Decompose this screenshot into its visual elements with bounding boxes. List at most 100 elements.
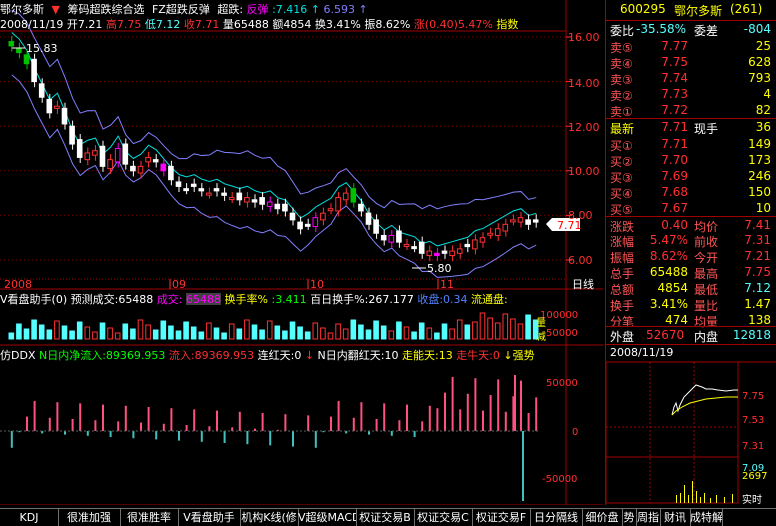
- volume-bar: [510, 318, 516, 340]
- volume-bar: [198, 331, 205, 340]
- stock-name[interactable]: 鄂尔多斯: [0, 3, 44, 16]
- volume-bar: [244, 319, 250, 340]
- tab-10[interactable]: 细价盘: [582, 509, 623, 526]
- volume-bar: [350, 319, 357, 340]
- candle-body: [320, 212, 326, 221]
- volume-bar: [99, 322, 106, 340]
- mini-chart[interactable]: 2008/11/19 7.75 7.53 7.31 7.09 2697 实时: [606, 344, 776, 506]
- waipan-value: 52670: [646, 328, 685, 342]
- volume-bar: [221, 332, 227, 340]
- tab-9[interactable]: 日分隔线: [530, 509, 583, 526]
- bottom-tabs: KDJ 很准加强 很准胜率 V看盘助手 机构K线(修 V超级MACD 权证交易B 权证交易C 权…: [0, 508, 776, 526]
- ddx-bar: [497, 379, 500, 431]
- ddx-bar: [269, 431, 272, 446]
- stat-value: 0.40: [661, 218, 688, 232]
- realtime-label[interactable]: 实时: [742, 491, 762, 506]
- volume-bar: [228, 323, 235, 340]
- candle-body: [380, 234, 387, 241]
- volume-bar: [289, 321, 296, 340]
- volume-bar: [487, 317, 493, 340]
- volume-bar: [502, 313, 509, 340]
- volume-bar: [342, 328, 349, 340]
- vol-title[interactable]: V看盘助手(0): [0, 293, 67, 305]
- volume-bar: [274, 325, 281, 340]
- ddx-bar: [421, 421, 424, 431]
- ddx-bar: [428, 405, 431, 431]
- chart-area[interactable]: 15.83 5.80 7.71 16.00 14.00 12.00 10.00 …: [0, 0, 604, 505]
- stat-value-2: 7.75: [744, 265, 771, 279]
- tab-0[interactable]: KDJ: [0, 509, 59, 526]
- ddx-bar: [26, 416, 28, 431]
- axis-label-10: 10.00: [568, 165, 600, 178]
- close-price: 收7.71: [183, 18, 220, 31]
- volume-bar: [312, 322, 319, 340]
- tab-11[interactable]: 势: [622, 509, 637, 526]
- candle-body: [160, 163, 167, 172]
- tab-3[interactable]: V看盘助手: [178, 509, 241, 526]
- ddx-bar: [330, 416, 332, 431]
- volume-bar: [358, 324, 364, 340]
- volume-bar: [152, 329, 159, 340]
- candle-body: [198, 188, 205, 192]
- buy-row-1: 买① 7.71 149: [606, 136, 776, 153]
- tab-13[interactable]: 财讯: [660, 509, 691, 526]
- candle-body: [441, 250, 448, 254]
- header-line-2: 2008/11/19 开7.21 高7.75 低7.12 收7.71 量6548…: [0, 16, 566, 31]
- axis-label-12: 12.00: [568, 121, 600, 134]
- volume-bar: [388, 330, 395, 340]
- candle-body: [494, 228, 501, 236]
- order-volume: 173: [748, 153, 771, 167]
- candle-body: [358, 203, 364, 212]
- order-price: 7.77: [661, 39, 688, 53]
- tab-7[interactable]: 权证交易C: [414, 509, 473, 526]
- tab-14[interactable]: 成特解: [690, 509, 723, 526]
- mini-axis-1: 7.75: [742, 391, 765, 402]
- amount: 额4854: [272, 18, 312, 31]
- volume-bar: [107, 327, 113, 340]
- tab-5[interactable]: V超级MACD: [298, 509, 357, 526]
- ddx-bar: [398, 420, 401, 431]
- tab-8[interactable]: 权证交易F: [472, 509, 531, 526]
- period-label[interactable]: 日线: [572, 277, 594, 291]
- tab-1[interactable]: 很准加强: [58, 509, 121, 526]
- volume-bar: [8, 332, 15, 340]
- ddx-bar: [474, 378, 477, 431]
- ddx-bar: [132, 431, 135, 439]
- stat-value-2: 138: [748, 313, 771, 327]
- arrow-up-icon: ↑: [310, 3, 320, 16]
- tab-12[interactable]: 周指: [636, 509, 661, 526]
- tab-4[interactable]: 机构K线(修: [240, 509, 299, 526]
- order-price: 7.69: [661, 169, 688, 183]
- ddx-bar: [466, 393, 469, 431]
- ddx-bar: [535, 397, 538, 431]
- tab-2[interactable]: 很准胜率: [120, 509, 179, 526]
- formula-name[interactable]: 筹码超跌综合选: [67, 3, 144, 16]
- volume-bar: [335, 323, 341, 340]
- volume-bar: [23, 328, 30, 340]
- vol-huanshoulv-value: :3.411: [271, 293, 307, 305]
- ddx-bar: [208, 426, 211, 431]
- vol-huanshoulv: 换手率%: [224, 293, 268, 305]
- kline-chart[interactable]: 15.83 5.80 7.71 16.00 14.00 12.00 10.00 …: [0, 0, 604, 505]
- order-volume: 628: [748, 55, 771, 69]
- quote-date: 2008/11/19: [0, 18, 64, 31]
- volume-bar: [426, 327, 433, 340]
- candle-body: [464, 243, 471, 248]
- sell-row-1: 卖① 7.72 82: [606, 102, 776, 119]
- ddx-bar: [522, 431, 524, 501]
- mini-axis-3: 7.31: [742, 441, 765, 452]
- tab-6[interactable]: 权证交易B: [356, 509, 415, 526]
- ddx-axis-50000: 50000: [546, 378, 578, 389]
- ddx-bar: [489, 395, 492, 431]
- latest-row: 最新 7.71 现手 36: [606, 118, 776, 136]
- ddx-bar: [102, 404, 104, 431]
- change: 涨(0.40)5.47%: [413, 18, 493, 31]
- index-button[interactable]: 指数: [496, 18, 518, 31]
- amplitude: 振8.62%: [364, 18, 411, 31]
- volume-bar: [525, 314, 531, 340]
- order-volume: 246: [748, 169, 771, 183]
- month-label-09: 09: [172, 278, 186, 291]
- vol-chengjiao-value: 65488: [186, 293, 222, 305]
- ddx-title[interactable]: 仿DDX: [0, 349, 35, 361]
- volume-bar: [396, 321, 402, 340]
